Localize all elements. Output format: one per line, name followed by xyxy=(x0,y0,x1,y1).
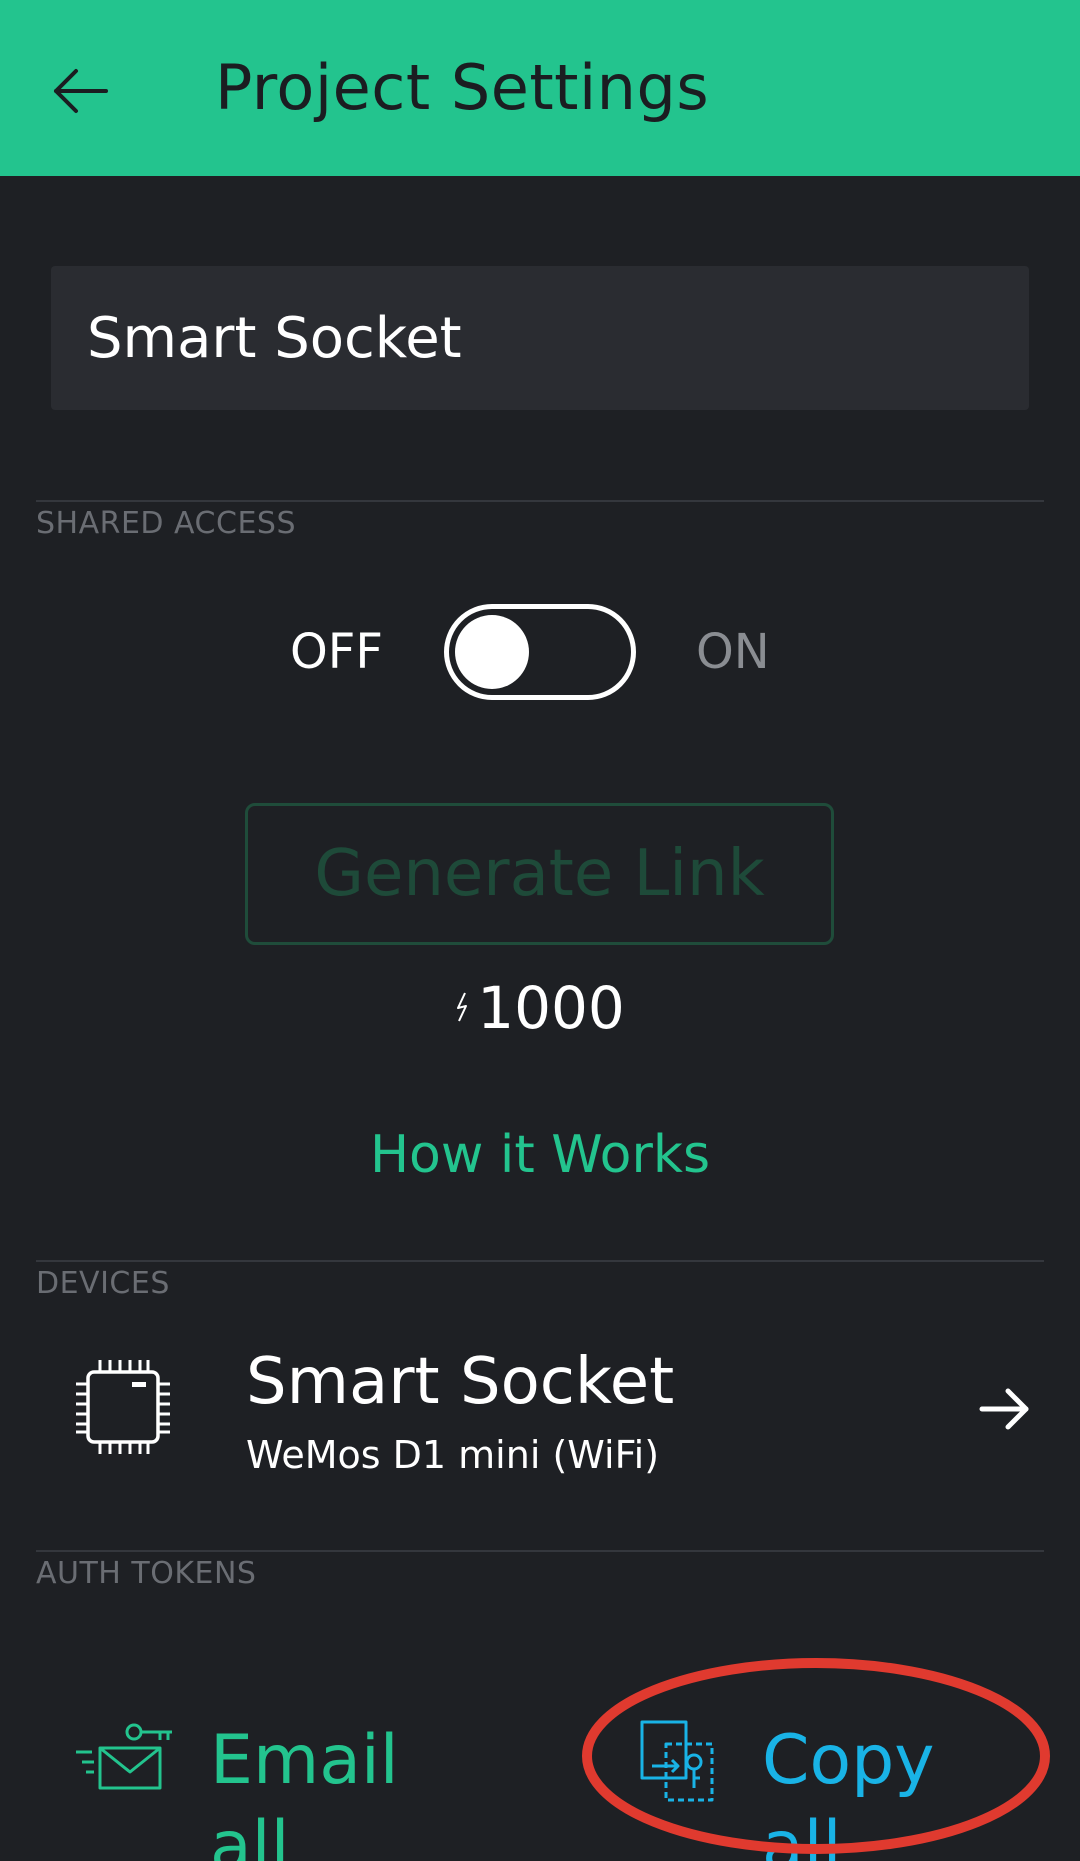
copy-all-button[interactable]: Copy all xyxy=(638,1718,1018,1861)
device-name: Smart Socket xyxy=(246,1345,675,1419)
device-model: WeMos D1 mini (WiFi) xyxy=(246,1433,660,1477)
auth-tokens-header: AUTH TOKENS xyxy=(36,1556,257,1591)
energy-cost-value: 1000 xyxy=(477,974,625,1042)
shared-access-toggle[interactable] xyxy=(444,604,636,700)
back-button[interactable] xyxy=(50,58,116,124)
lightning-icon xyxy=(457,992,468,1022)
generate-link-button[interactable]: Generate Link xyxy=(245,803,834,945)
device-row[interactable]: Smart Socket WeMos D1 mini (WiFi) xyxy=(0,1330,1080,1490)
shared-access-header: SHARED ACCESS xyxy=(36,506,296,541)
email-all-button[interactable]: Email all xyxy=(76,1718,496,1861)
section-divider xyxy=(36,500,1044,502)
how-it-works-link[interactable]: How it Works xyxy=(0,1120,1080,1190)
toggle-knob xyxy=(455,615,529,689)
copy-all-label: Copy all xyxy=(762,1721,935,1861)
app-bar: Project Settings xyxy=(0,0,1080,176)
energy-cost: 1000 xyxy=(0,968,1080,1048)
email-all-label: Email all xyxy=(210,1721,399,1861)
section-divider xyxy=(36,1260,1044,1262)
toggle-off-label: OFF xyxy=(290,624,383,680)
devices-header: DEVICES xyxy=(36,1266,170,1301)
toggle-on-label: ON xyxy=(696,624,770,680)
email-key-icon xyxy=(76,1723,172,1790)
project-name-input[interactable] xyxy=(87,266,1029,410)
copy-key-icon xyxy=(640,1720,714,1802)
project-name-field[interactable] xyxy=(51,266,1029,410)
arrow-left-icon xyxy=(54,69,108,113)
section-divider xyxy=(36,1550,1044,1552)
project-settings-screen: Project Settings SHARED ACCESS OFF ON Ge… xyxy=(0,0,1080,1861)
page-title: Project Settings xyxy=(215,51,710,124)
chip-icon xyxy=(76,1360,170,1454)
arrow-right-icon[interactable] xyxy=(978,1382,1032,1436)
